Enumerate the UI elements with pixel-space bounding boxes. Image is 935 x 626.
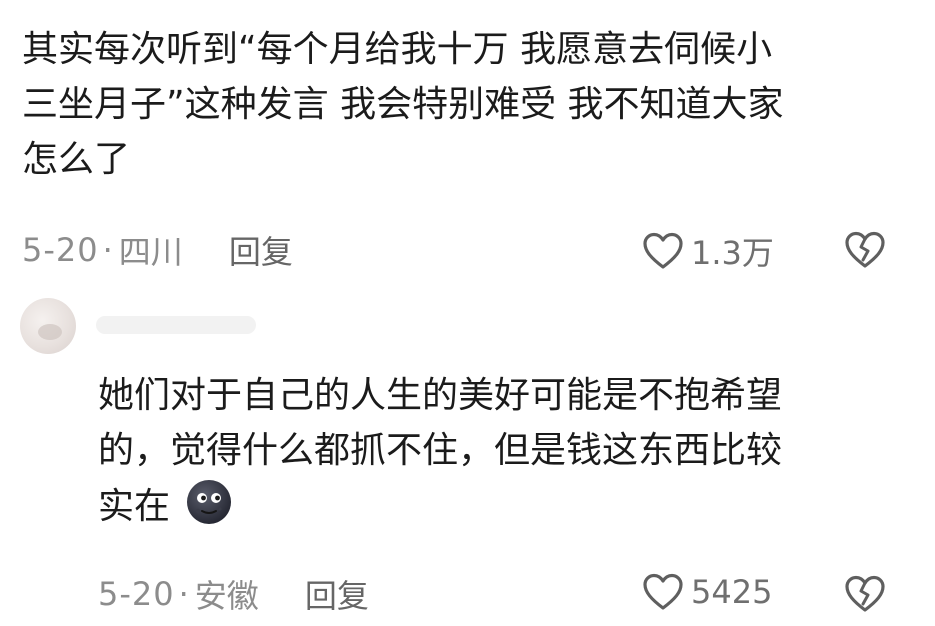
meta-separator: · [178, 575, 189, 613]
comment-text-line: 的，觉得什么都抓不住，但是钱这东西比较 [98, 430, 783, 471]
like-count: 1.3万 [691, 234, 774, 272]
comment-text-segment: 实在 [98, 486, 171, 527]
meta-separator: · [102, 231, 113, 269]
comment-text-line: 怎么了 [22, 139, 131, 180]
comment-meta: 5-20 · 四川 回复 [22, 228, 293, 272]
like-button[interactable]: 1.3万 [641, 228, 774, 274]
comment-location: 安徽 [194, 577, 259, 615]
like-button[interactable]: 5425 [641, 572, 772, 612]
username[interactable] [96, 316, 256, 334]
smiling-moon-emoji-icon [187, 480, 232, 524]
comment-text-line: 其实每次听到“每个月给我十万 我愿意去伺候小 [22, 29, 773, 70]
dislike-button[interactable] [843, 230, 887, 274]
avatar[interactable] [20, 298, 76, 354]
reply-button[interactable]: 回复 [229, 227, 293, 273]
comment-date: 5-20 [98, 575, 175, 613]
comment-text: 她们对于自己的人生的美好可能是不抱希望 的，觉得什么都抓不住，但是钱这东西比较 … [98, 368, 782, 534]
comment-text-line: 三坐月子”这种发言 我会特别难受 我不知道大家 [22, 84, 784, 125]
comment-meta: 5-20 · 安徽 回复 [98, 572, 369, 616]
broken-heart-icon [845, 231, 885, 268]
broken-heart-icon [845, 575, 885, 612]
comment-text-line: 实在 [98, 478, 782, 534]
comment-text-line: 她们对于自己的人生的美好可能是不抱希望 [98, 375, 783, 416]
reply-button[interactable]: 回复 [305, 571, 369, 617]
heart-outline-icon [643, 573, 683, 610]
comment-location: 四川 [118, 233, 183, 271]
comment-text: 其实每次听到“每个月给我十万 我愿意去伺候小 三坐月子”这种发言 我会特别难受 … [22, 22, 784, 187]
heart-outline-icon [643, 232, 683, 269]
dislike-button[interactable] [843, 574, 887, 618]
like-count: 5425 [691, 573, 773, 611]
comment-date: 5-20 [22, 231, 99, 269]
